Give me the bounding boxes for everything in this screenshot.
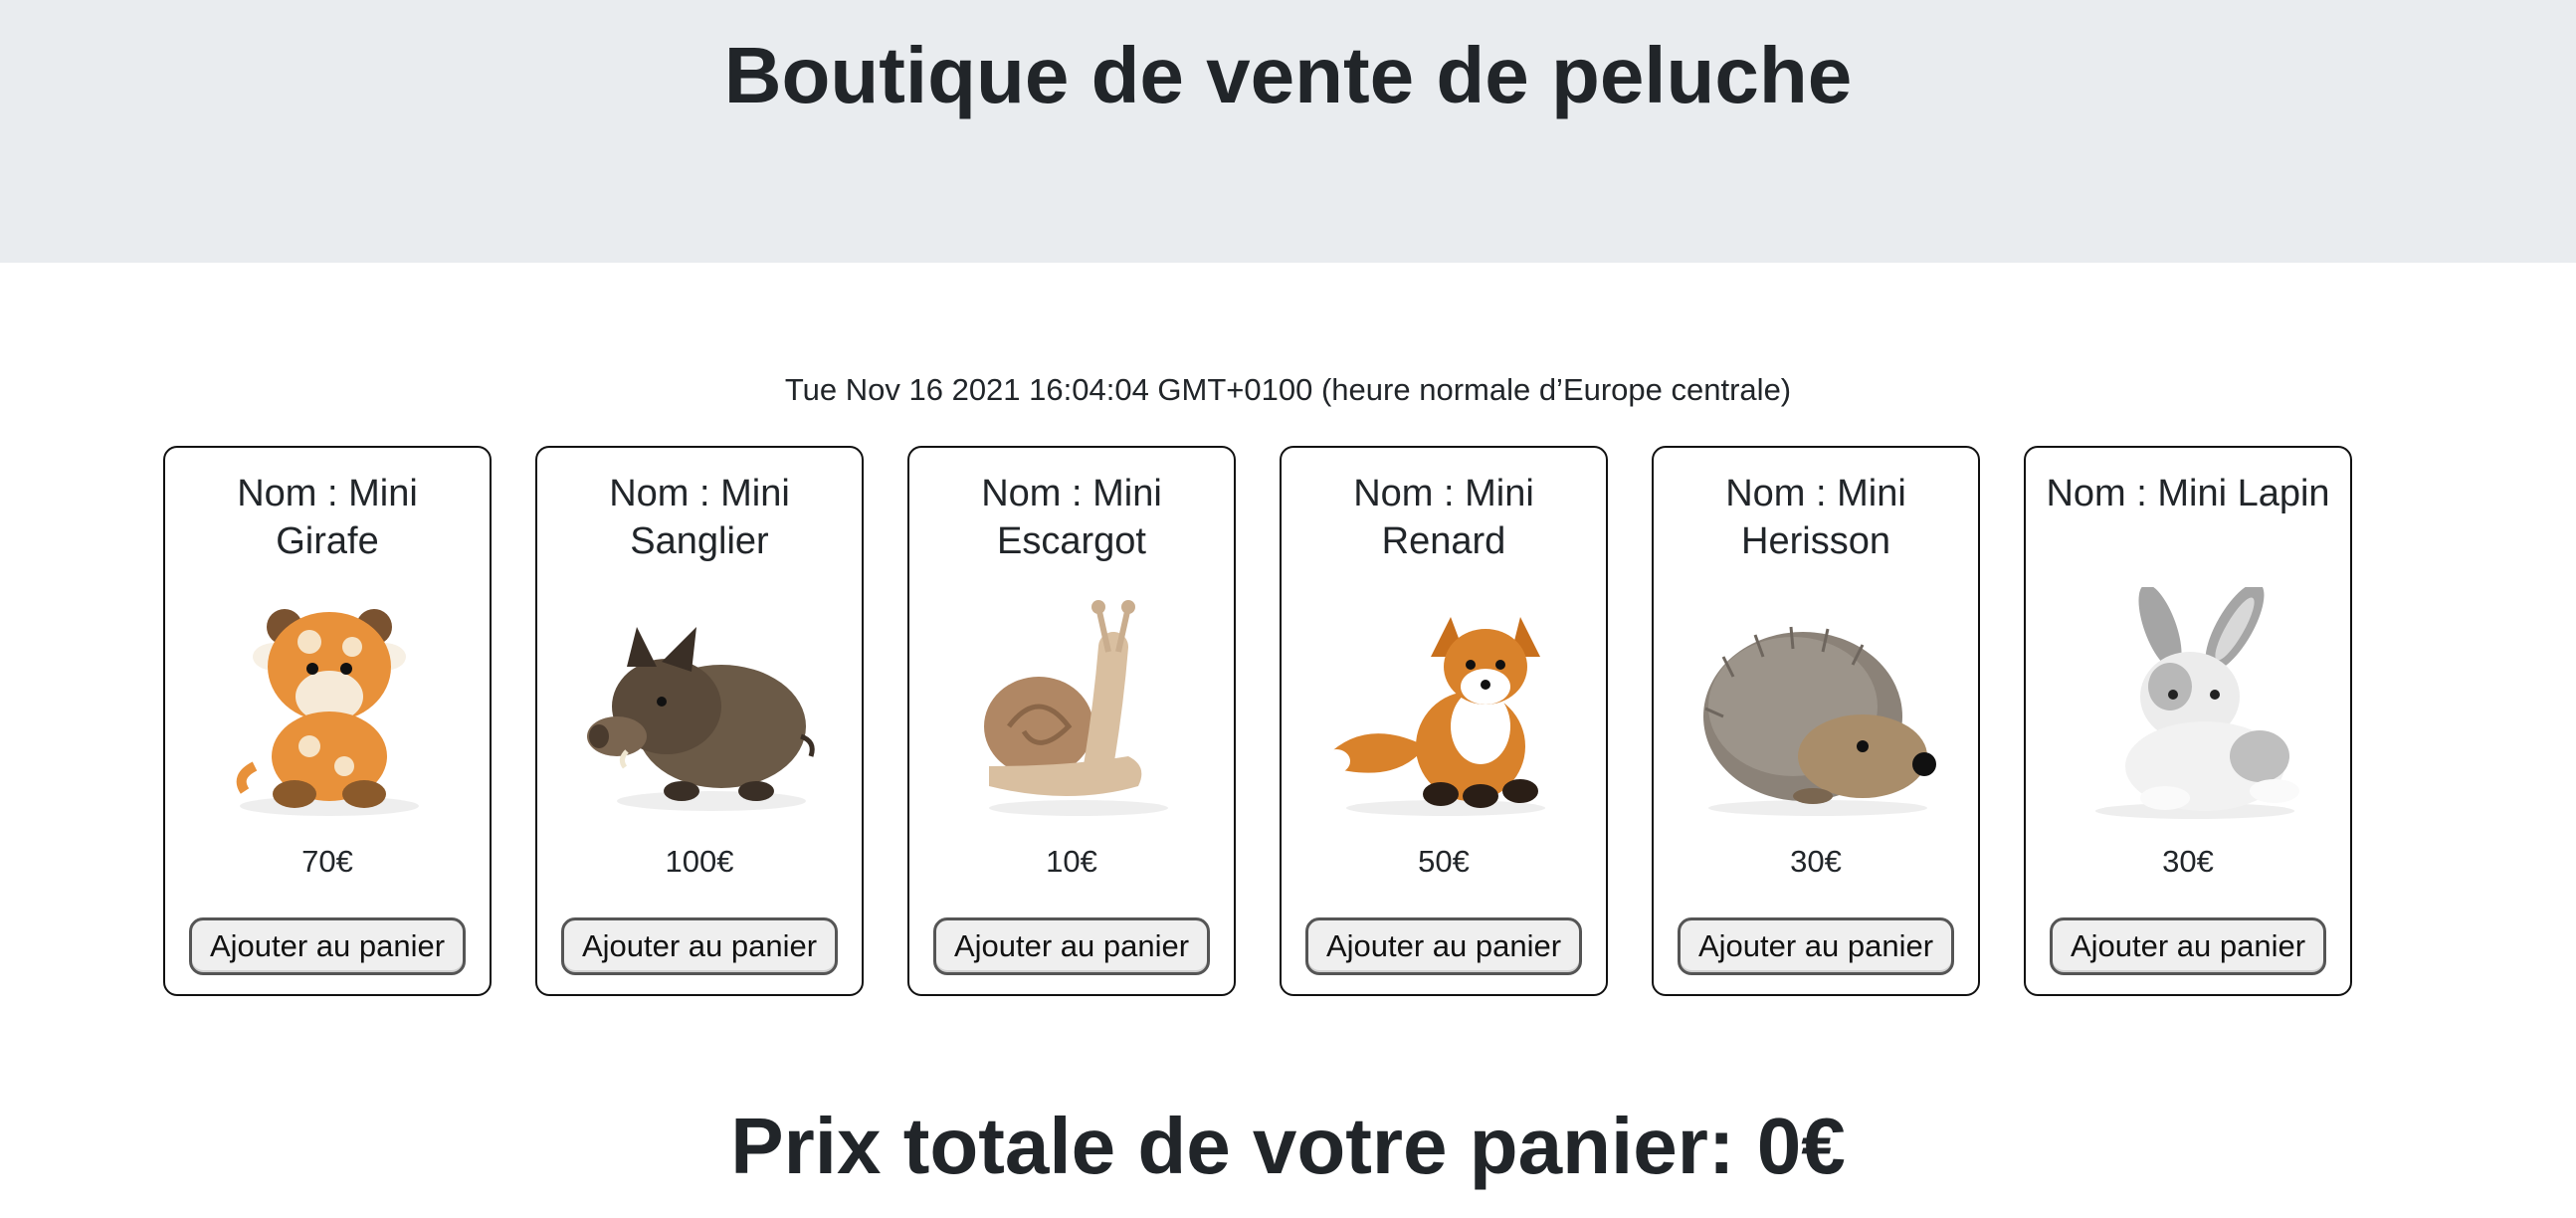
product-name: Nom : Mini Lapin bbox=[2046, 473, 2330, 514]
product-name: Nom : Mini Sanglier bbox=[609, 473, 790, 562]
product-card: Nom : Mini Escargot 10€ Ajouter au panie… bbox=[907, 446, 1236, 996]
hedgehog-plush-image bbox=[1693, 587, 1942, 826]
product-price: 10€ bbox=[1046, 844, 1097, 879]
add-to-cart-button[interactable]: Ajouter au panier bbox=[561, 917, 838, 975]
product-list: Nom : Mini Girafe 70€ Ajouter au panier … bbox=[0, 0, 2576, 1218]
product-name: Nom : Mini Girafe bbox=[237, 473, 418, 562]
product-name: Nom : Mini Escargot bbox=[981, 473, 1162, 562]
product-price: 70€ bbox=[301, 844, 353, 879]
product-card: Nom : Mini Renard 50€ Ajouter au panier bbox=[1280, 446, 1608, 996]
add-to-cart-button[interactable]: Ajouter au panier bbox=[189, 917, 466, 975]
product-card: Nom : Mini Sanglier 100€ Ajouter au pani… bbox=[535, 446, 864, 996]
product-card: Nom : Mini Herisson 30€ Ajouter au panie… bbox=[1652, 446, 1980, 996]
boar-plush-image bbox=[577, 587, 826, 826]
product-price: 30€ bbox=[2162, 844, 2214, 879]
product-name: Nom : Mini Herisson bbox=[1725, 473, 1906, 562]
fox-plush-image bbox=[1321, 587, 1570, 826]
add-to-cart-button[interactable]: Ajouter au panier bbox=[2050, 917, 2326, 975]
product-card: Nom : Mini Lapin 30€ Ajouter au panier bbox=[2024, 446, 2352, 996]
product-price: 30€ bbox=[1790, 844, 1842, 879]
snail-plush-image bbox=[949, 587, 1198, 826]
product-price: 50€ bbox=[1418, 844, 1470, 879]
product-name: Nom : Mini Renard bbox=[1353, 473, 1534, 562]
rabbit-plush-image bbox=[2066, 587, 2314, 826]
cart-total: Prix totale de votre panier: 0€ bbox=[730, 1102, 1846, 1190]
add-to-cart-button[interactable]: Ajouter au panier bbox=[1678, 917, 1954, 975]
product-card: Nom : Mini Girafe 70€ Ajouter au panier bbox=[163, 446, 492, 996]
giraffe-plush-image bbox=[205, 587, 454, 826]
add-to-cart-button[interactable]: Ajouter au panier bbox=[933, 917, 1210, 975]
add-to-cart-button[interactable]: Ajouter au panier bbox=[1305, 917, 1582, 975]
product-price: 100€ bbox=[665, 844, 734, 879]
